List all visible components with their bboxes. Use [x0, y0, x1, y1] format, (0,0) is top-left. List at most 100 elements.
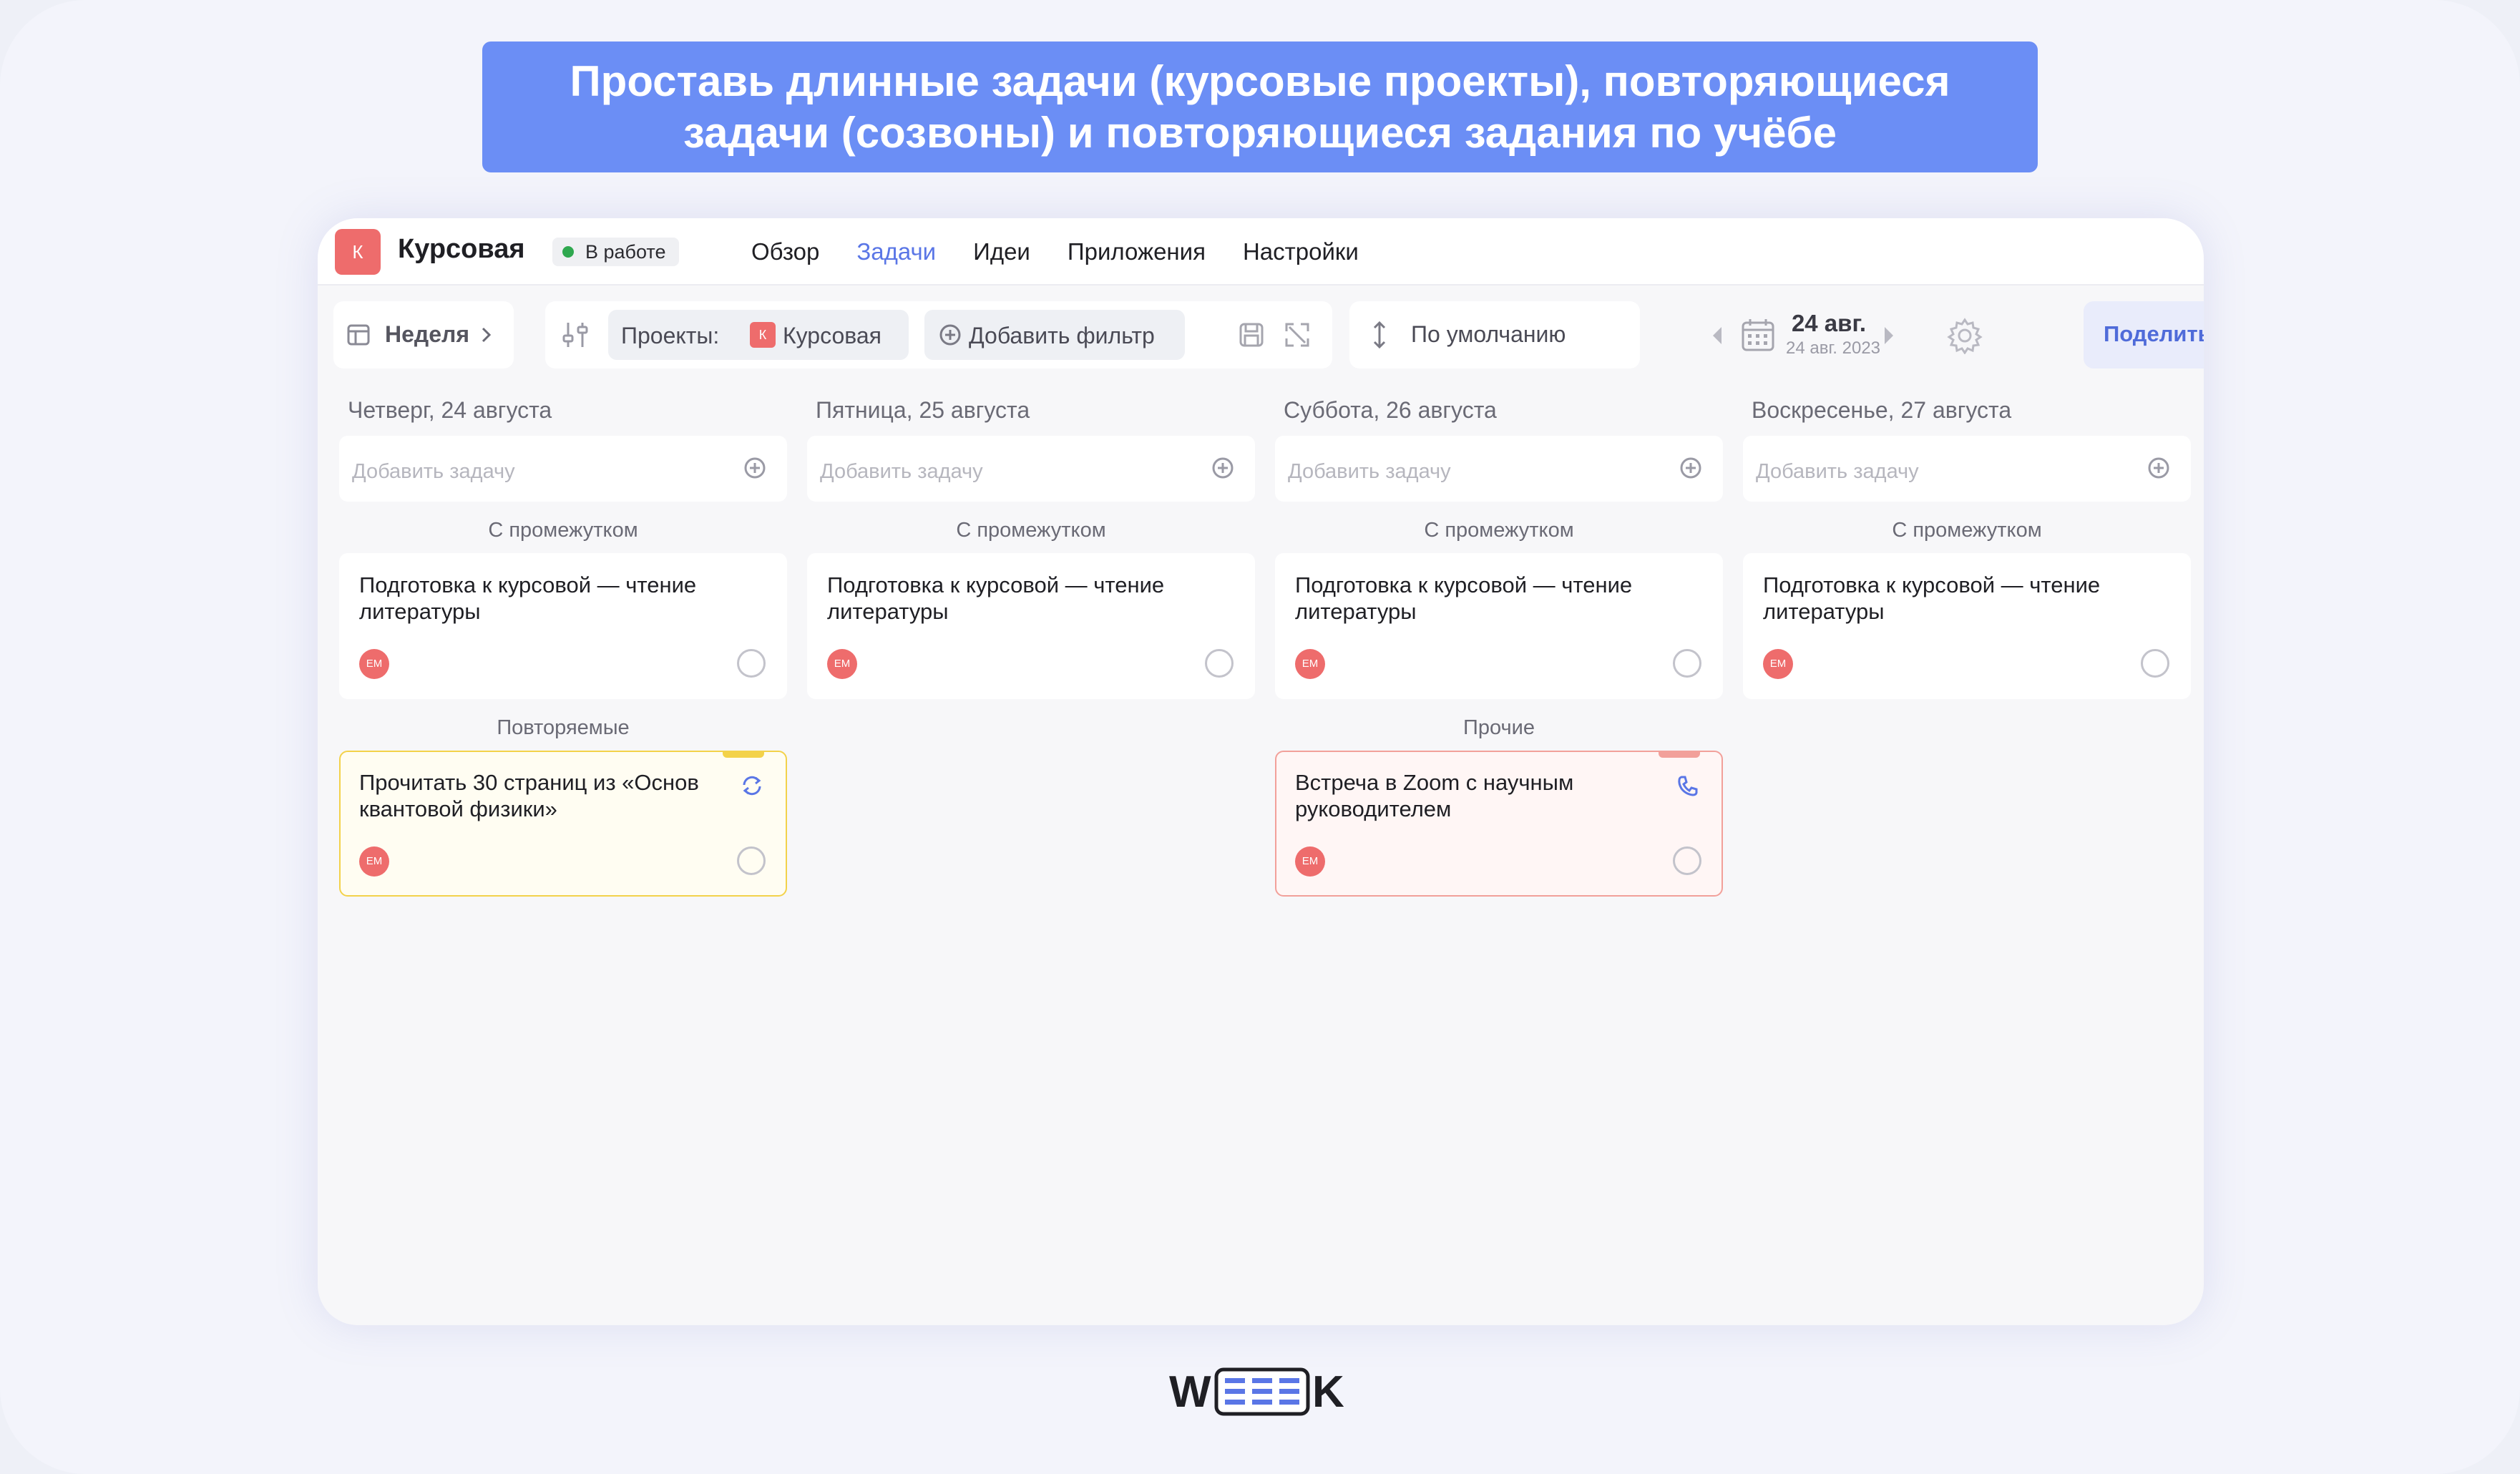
filter-sliders-icon[interactable]	[561, 320, 590, 350]
add-task-plus-icon[interactable]	[743, 456, 767, 486]
day-column-title: Четверг, 24 августа	[348, 397, 552, 423]
prev-date-icon[interactable]	[1710, 326, 1724, 346]
task-title: Подготовка к курсовой — чтение литератур…	[1763, 572, 2101, 624]
complete-checkbox[interactable]	[2141, 649, 2169, 678]
tab-overview[interactable]: Обзор	[751, 238, 819, 265]
table-icon	[347, 324, 370, 346]
task-title: Подготовка к курсовой — чтение литератур…	[1295, 572, 1633, 624]
headline-banner: Проставь длинные задачи (курсовые проект…	[482, 42, 2038, 172]
complete-checkbox[interactable]	[737, 649, 766, 678]
task-title: Подготовка к курсовой — чтение литератур…	[359, 572, 697, 624]
assignee-avatar[interactable]: ЕМ	[1295, 846, 1325, 877]
add-task-input[interactable]: Добавить задачу	[339, 436, 787, 502]
top-bar: К Курсовая В работе Обзор Задачи Идеи Пр…	[318, 218, 2204, 285]
filter-label: Проекты:	[621, 323, 720, 348]
phone-icon	[1676, 773, 1700, 804]
day-column: Пятница, 25 августа Добавить задачу С пром…	[807, 397, 1255, 699]
section-label: С промежутком	[1424, 519, 1574, 542]
add-task-plus-icon[interactable]	[1211, 456, 1235, 486]
current-date[interactable]: 24 авг. 24 авг. 2023	[1786, 310, 1881, 358]
day-column: Четверг, 24 августа Добавить задачу С пром…	[339, 397, 787, 897]
add-filter-button[interactable]: Добавить фильтр	[924, 310, 1185, 360]
chevron-right-icon	[482, 327, 492, 343]
complete-checkbox[interactable]	[1673, 846, 1701, 875]
add-task-placeholder: Добавить задачу	[1288, 460, 1451, 483]
assignee-avatar[interactable]: ЕМ	[1295, 649, 1325, 679]
task-card[interactable]: Подготовка к курсовой — чтение литератур…	[339, 553, 787, 699]
add-task-plus-icon[interactable]	[1679, 456, 1703, 486]
add-filter-label: Добавить фильтр	[969, 323, 1155, 348]
sort-selector[interactable]: По умолчанию	[1349, 301, 1640, 368]
add-task-input[interactable]: Добавить задачу	[807, 436, 1255, 502]
tab-ideas[interactable]: Идеи	[973, 238, 1030, 265]
priority-tag	[723, 751, 764, 758]
headline-line-1: Проставь длинные задачи (курсовые проект…	[570, 57, 1950, 105]
filter-bar: Проекты: К Курсовая Добавить фильтр	[545, 301, 1332, 368]
sort-arrows-icon	[1373, 321, 1386, 349]
task-card[interactable]: Встреча в Zoom с научным руководителем ЕМ	[1275, 751, 1723, 897]
project-title[interactable]: Курсовая	[398, 234, 525, 265]
add-task-placeholder: Добавить задачу	[1756, 460, 1919, 483]
view-label: Неделя	[385, 321, 470, 347]
task-card[interactable]: Прочитать 30 страниц из «Основ квантовой…	[339, 751, 787, 897]
section-label: Повторяемые	[497, 716, 630, 739]
save-icon[interactable]	[1238, 321, 1265, 348]
filter-chip-projects[interactable]: Проекты: К Курсовая	[608, 310, 909, 360]
add-task-input[interactable]: Добавить задачу	[1275, 436, 1723, 502]
task-card[interactable]: Подготовка к курсовой — чтение литератур…	[807, 553, 1255, 699]
project-mini-avatar: К	[750, 322, 776, 348]
section-label: Прочие	[1463, 716, 1535, 739]
share-button[interactable]: Поделиться	[2084, 301, 2204, 368]
section-label: С промежутком	[1892, 519, 2042, 542]
gear-icon[interactable]	[1946, 317, 1983, 354]
assignee-avatar[interactable]: ЕМ	[827, 649, 857, 679]
svg-text:K: K	[1312, 1367, 1344, 1417]
headline-line-2: задачи (созвоны) и повторяющиеся задания…	[683, 109, 1837, 157]
current-date-sub: 24 авг. 2023	[1786, 338, 1881, 358]
current-date-main: 24 авг.	[1791, 310, 1867, 336]
complete-checkbox[interactable]	[737, 846, 766, 875]
repeat-icon	[740, 773, 764, 804]
add-task-plus-icon[interactable]	[2147, 456, 2171, 486]
status-badge[interactable]: В работе	[552, 238, 679, 266]
expand-icon[interactable]	[1284, 321, 1311, 348]
task-card[interactable]: Подготовка к курсовой — чтение литератур…	[1275, 553, 1723, 699]
assignee-avatar[interactable]: ЕМ	[359, 649, 389, 679]
day-column-title: Пятница, 25 августа	[816, 397, 1030, 423]
calendar-icon[interactable]	[1740, 317, 1776, 353]
day-column: Воскресенье, 27 августа Добавить задачу С …	[1743, 397, 2191, 699]
complete-checkbox[interactable]	[1205, 649, 1234, 678]
section-label: С промежутком	[956, 519, 1106, 542]
task-title: Прочитать 30 страниц из «Основ квантовой…	[359, 770, 699, 821]
project-nav: Обзор Задачи Идеи Приложения Настройки	[751, 238, 1359, 265]
assignee-avatar[interactable]: ЕМ	[359, 846, 389, 877]
priority-tag	[1659, 751, 1700, 758]
next-date-icon[interactable]	[1882, 326, 1896, 346]
task-title: Подготовка к курсовой — чтение литератур…	[827, 572, 1165, 624]
day-column-title: Суббота, 26 августа	[1284, 397, 1497, 423]
add-circle-icon	[939, 324, 961, 346]
weeek-logo: W K	[1169, 1365, 1352, 1418]
add-task-placeholder: Добавить задачу	[352, 460, 515, 483]
tab-tasks[interactable]: Задачи	[856, 238, 936, 265]
day-column-title: Воскресенье, 27 августа	[1752, 397, 2012, 423]
project-avatar[interactable]: К	[335, 229, 381, 275]
tab-settings[interactable]: Настройки	[1243, 238, 1359, 265]
assignee-avatar[interactable]: ЕМ	[1763, 649, 1793, 679]
weeek-logo-mark: W K	[1169, 1367, 1344, 1417]
day-column: Суббота, 26 августа Добавить задачу С пром…	[1275, 397, 1723, 897]
filter-chip-value: Курсовая	[783, 323, 881, 348]
add-task-input[interactable]: Добавить задачу	[1743, 436, 2191, 502]
svg-text:W: W	[1169, 1367, 1211, 1417]
sort-label: По умолчанию	[1411, 321, 1566, 347]
task-card[interactable]: Подготовка к курсовой — чтение литератур…	[1743, 553, 2191, 699]
section-label: С промежутком	[488, 519, 638, 542]
toolbar: Неделя Проекты: К Курсовая Добавить филь…	[333, 301, 2204, 368]
status-dot-icon	[562, 246, 574, 258]
add-task-placeholder: Добавить задачу	[820, 460, 983, 483]
app-window: К Курсовая В работе Обзор Задачи Идеи Пр…	[318, 218, 2204, 1325]
complete-checkbox[interactable]	[1673, 649, 1701, 678]
tab-apps[interactable]: Приложения	[1068, 238, 1206, 265]
status-label: В работе	[585, 241, 666, 263]
view-selector[interactable]: Неделя	[333, 301, 514, 368]
